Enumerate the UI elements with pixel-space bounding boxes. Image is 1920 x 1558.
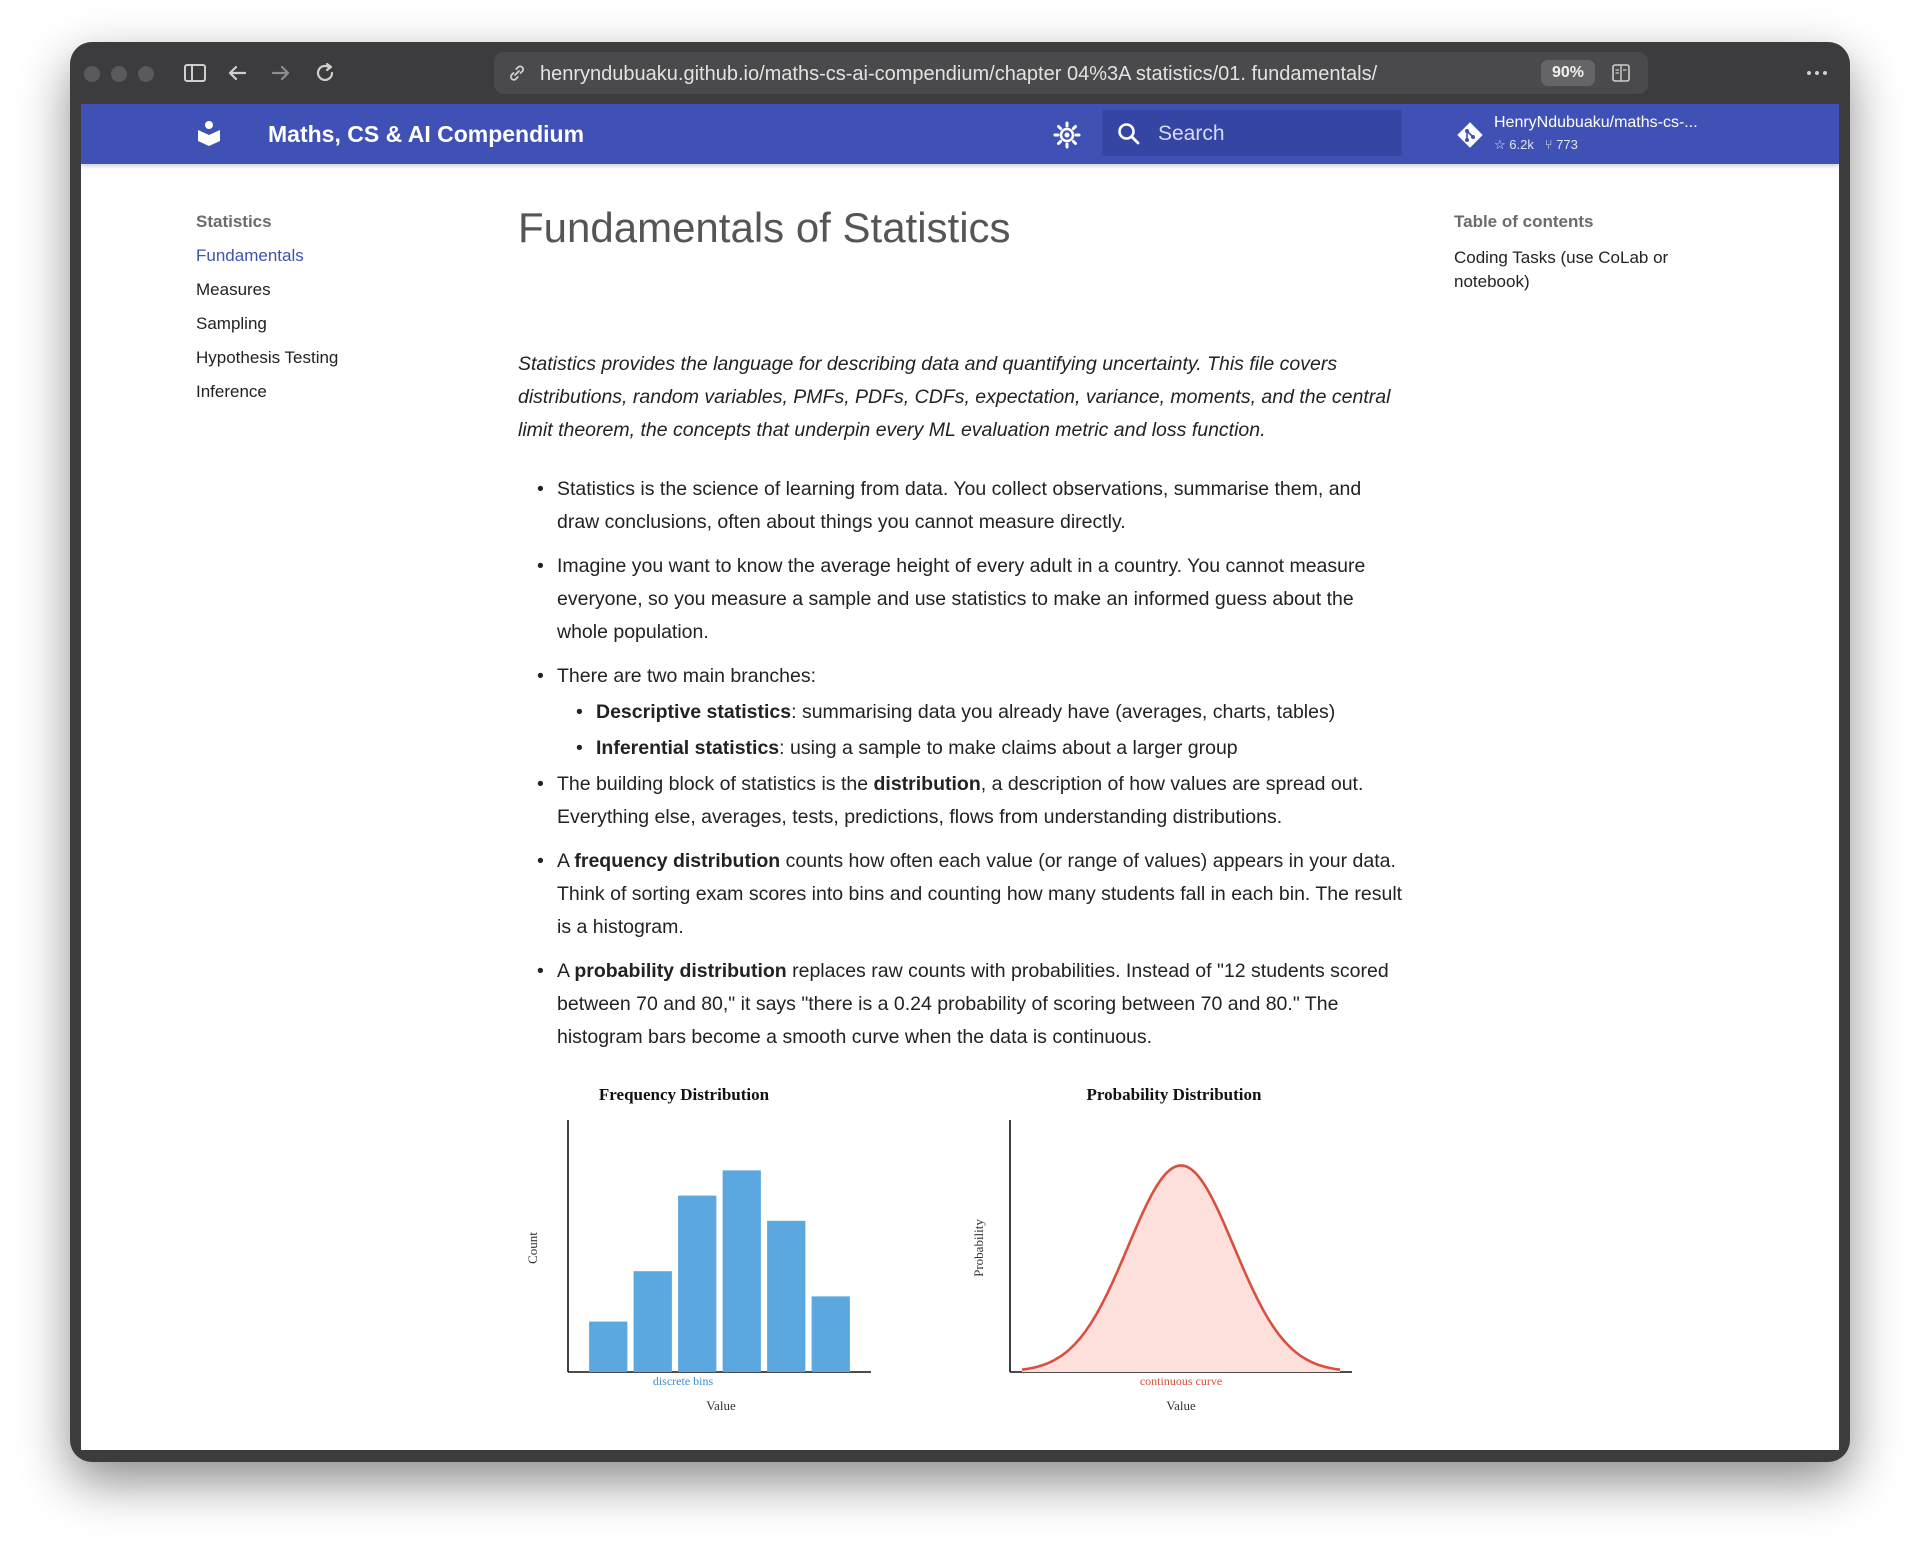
more-options-icon[interactable]	[1803, 60, 1831, 86]
reader-view-icon[interactable]	[1610, 62, 1632, 84]
frequency-bar	[678, 1195, 717, 1372]
zoom-level-badge[interactable]: 90%	[1541, 60, 1595, 86]
search-icon	[1118, 123, 1140, 145]
toc-title: Table of contents	[1454, 212, 1594, 231]
window-zoom-button[interactable]	[138, 66, 154, 82]
site-header: Maths, CS & AI Compendium Search HenryNd…	[81, 104, 1839, 164]
probability-area-fill	[1022, 1165, 1340, 1372]
frequency-bar	[722, 1170, 761, 1372]
frequency-chart-xlabel: Value	[706, 1398, 736, 1413]
probability-chart-ylabel: Probability	[971, 1219, 986, 1277]
list-item: A frequency distribution counts how ofte…	[518, 845, 1408, 944]
sidebar-section-title[interactable]: Statistics	[196, 212, 272, 232]
reload-icon[interactable]	[310, 58, 340, 88]
forward-arrow-icon[interactable]	[266, 58, 296, 88]
list-item: There are two main branches:	[518, 660, 1408, 693]
toc-item-coding-tasks[interactable]: Coding Tasks (use CoLab or notebook)	[1454, 246, 1704, 294]
sidebar-toggle-icon[interactable]	[180, 58, 210, 88]
frequency-chart-annotation: discrete bins	[653, 1374, 714, 1388]
sidebar-item-inference[interactable]: Inference	[196, 382, 267, 402]
frequency-chart: Frequency Distribution Count Value discr…	[525, 1085, 871, 1413]
sidebar-item-fundamentals[interactable]: Fundamentals	[196, 246, 304, 266]
window-minimize-button[interactable]	[111, 66, 127, 82]
site-settings-icon[interactable]	[506, 62, 528, 84]
url-text[interactable]: henryndubuaku.github.io/maths-cs-ai-comp…	[540, 63, 1377, 86]
sub-list-item: Descriptive statistics: summarising data…	[518, 696, 1408, 729]
browser-toolbar: henryndubuaku.github.io/maths-cs-ai-comp…	[70, 42, 1850, 104]
bullet-list: Statistics is the science of learning fr…	[518, 473, 1408, 1065]
probability-chart-xlabel: Value	[1166, 1398, 1196, 1413]
sidebar-item-sampling[interactable]: Sampling	[196, 314, 267, 334]
site-title[interactable]: Maths, CS & AI Compendium	[268, 121, 584, 148]
sidebar-item-hypothesis-testing[interactable]: Hypothesis Testing	[196, 348, 338, 368]
fork-icon: ⑂	[1544, 137, 1553, 152]
git-repo-icon[interactable]	[1455, 120, 1485, 150]
probability-chart-title: Probability Distribution	[1087, 1085, 1262, 1104]
sidebar-item-measures[interactable]: Measures	[196, 280, 271, 300]
repo-forks: 773	[1556, 137, 1578, 152]
list-item: Imagine you want to know the average hei…	[518, 550, 1408, 649]
address-bar[interactable]: henryndubuaku.github.io/maths-cs-ai-comp…	[494, 52, 1648, 94]
frequency-bar	[767, 1220, 806, 1372]
frequency-bar	[633, 1271, 672, 1372]
repo-name[interactable]: HenryNdubuaku/maths-cs-...	[1494, 114, 1698, 132]
back-arrow-icon[interactable]	[222, 58, 252, 88]
frequency-chart-ylabel: Count	[525, 1232, 540, 1264]
star-icon: ☆	[1494, 137, 1506, 152]
probability-chart-annotation: continuous curve	[1140, 1374, 1222, 1388]
intro-paragraph: Statistics provides the language for des…	[518, 353, 1391, 441]
probability-chart: Probability Distribution Probability Val…	[971, 1085, 1352, 1413]
list-item: A probability distribution replaces raw …	[518, 955, 1408, 1054]
distribution-figure: Frequency Distribution Count Value discr…	[525, 1085, 1352, 1413]
list-item: The building block of statistics is the …	[518, 768, 1408, 834]
book-logo-icon[interactable]	[195, 119, 223, 147]
window-close-button[interactable]	[84, 66, 100, 82]
sub-list-item: Inferential statistics: using a sample t…	[518, 732, 1408, 765]
frequency-chart-title: Frequency Distribution	[599, 1085, 770, 1104]
list-item: Statistics is the science of learning fr…	[518, 473, 1408, 539]
frequency-bar	[811, 1296, 850, 1372]
theme-toggle-icon[interactable]	[1052, 120, 1082, 150]
search-placeholder[interactable]: Search	[1158, 122, 1225, 146]
repo-stats[interactable]: ☆ 6.2k ⑂ 773	[1494, 137, 1578, 153]
frequency-bar	[589, 1321, 628, 1372]
page-title: Fundamentals of Statistics	[518, 204, 1011, 251]
repo-stars: 6.2k	[1509, 137, 1534, 152]
search-box[interactable]: Search	[1102, 110, 1402, 156]
